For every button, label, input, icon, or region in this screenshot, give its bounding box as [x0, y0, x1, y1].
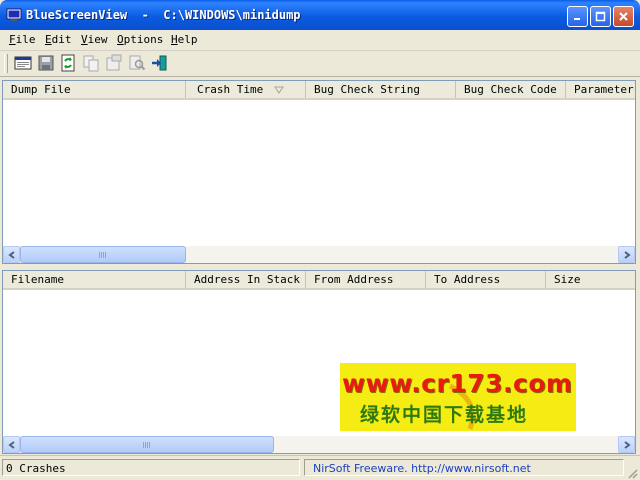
column-filename[interactable]: Filename [3, 271, 186, 288]
watermark-caption: 绿软中国下载基地 [360, 404, 529, 426]
copy-icon[interactable] [82, 54, 100, 72]
column-crash-time[interactable]: Crash Time [186, 81, 306, 98]
close-icon [619, 12, 628, 21]
title-bar[interactable]: BlueScreenView - C:\WINDOWS\minidump [0, 0, 640, 30]
status-bar: 0 Crashes NirSoft Freeware. http://www.n… [0, 455, 640, 480]
scroll-right-button[interactable] [618, 436, 635, 453]
app-icon [6, 8, 22, 21]
find-icon[interactable] [128, 54, 146, 72]
column-address-in-stack[interactable]: Address In Stack [186, 271, 306, 288]
window-title: BlueScreenView - C:\WINDOWS\minidump [26, 8, 301, 22]
resize-grip-icon[interactable] [626, 467, 638, 479]
toolbar [0, 51, 640, 77]
scroll-thumb[interactable] [20, 246, 186, 263]
scroll-thumb[interactable] [20, 436, 274, 453]
scroll-left-button[interactable] [3, 436, 20, 453]
app-window: BlueScreenView - C:\WINDOWS\minidump Fil… [0, 0, 640, 480]
maximize-button[interactable] [590, 6, 611, 27]
watermark-banner: www.cr173.com 绿软中国下载基地 [340, 363, 576, 431]
pane-splitter[interactable] [0, 264, 640, 269]
column-parameter[interactable]: Parameter [566, 81, 635, 98]
properties-icon[interactable] [105, 54, 123, 72]
menu-edit[interactable]: Edit [45, 33, 72, 46]
scroll-left-button[interactable] [3, 246, 20, 263]
chevron-right-icon [623, 440, 631, 449]
menu-file[interactable]: File [9, 33, 36, 46]
column-bug-check-string[interactable]: Bug Check String [306, 81, 456, 98]
chevron-right-icon [623, 250, 631, 259]
maximize-icon [595, 11, 606, 22]
sort-descending-icon [274, 86, 284, 94]
crash-list-hscrollbar[interactable] [3, 246, 635, 263]
chevron-left-icon [7, 250, 15, 259]
column-from-address[interactable]: From Address [306, 271, 426, 288]
menu-bar: File Edit View Options Help [0, 30, 640, 51]
scroll-right-button[interactable] [618, 246, 635, 263]
watermark-url: www.cr173.com [342, 369, 573, 398]
minimize-icon [574, 18, 580, 20]
menu-view[interactable]: View [81, 33, 108, 46]
minimize-button[interactable] [567, 6, 588, 27]
toolbar-grip[interactable] [4, 54, 8, 73]
menu-help[interactable]: Help [171, 33, 198, 46]
module-list-hscrollbar[interactable] [3, 436, 635, 453]
save-icon[interactable] [37, 54, 55, 72]
module-list-header: Filename Address In Stack From Address T… [3, 271, 635, 290]
chevron-left-icon [7, 440, 15, 449]
column-to-address[interactable]: To Address [426, 271, 546, 288]
crash-count: 0 Crashes [2, 459, 300, 476]
column-dump-file[interactable]: Dump File [3, 81, 186, 98]
crash-list[interactable]: Dump File Crash Time Bug Check String Bu… [2, 80, 636, 264]
html-report-icon[interactable] [14, 54, 32, 72]
menu-options[interactable]: Options [117, 33, 163, 46]
close-button[interactable] [613, 6, 634, 27]
exit-icon[interactable] [151, 54, 169, 72]
column-bug-check-code[interactable]: Bug Check Code [456, 81, 566, 98]
refresh-icon[interactable] [59, 54, 77, 72]
nirsoft-link[interactable]: NirSoft Freeware. http://www.nirsoft.net [304, 459, 624, 476]
column-size[interactable]: Size [546, 271, 635, 288]
crash-list-header: Dump File Crash Time Bug Check String Bu… [3, 81, 635, 100]
